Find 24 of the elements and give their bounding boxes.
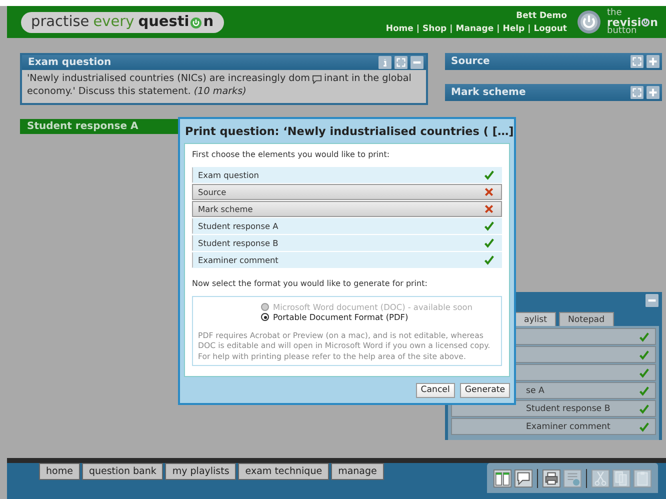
brand-text: button bbox=[607, 26, 637, 36]
question-text: inant in the global bbox=[324, 73, 412, 86]
row-label: Examiner comment bbox=[526, 422, 610, 432]
panel-title: Mark scheme bbox=[451, 87, 526, 98]
logo-text: n bbox=[203, 14, 214, 30]
logo-text: questi bbox=[138, 14, 190, 30]
nav-separator: | bbox=[528, 24, 531, 34]
brand-text: revisi bbox=[607, 18, 642, 26]
panel-title: Source bbox=[451, 56, 490, 67]
nav-separator: | bbox=[496, 24, 500, 34]
row-label: Student response B bbox=[526, 404, 610, 414]
question-text: economy.' Discuss this statement. (10 marks) bbox=[27, 86, 246, 98]
brand-text: the bbox=[607, 8, 623, 18]
panel-title: Exam question bbox=[28, 57, 112, 68]
dialog-text: Now select the format you would like to generate for print: bbox=[192, 279, 428, 288]
question-text: 'Newly industrialised countries (NICs) are increasingly dom bbox=[27, 73, 310, 86]
nav-separator: | bbox=[416, 24, 420, 34]
row-label: se A bbox=[526, 386, 544, 396]
nav-separator: | bbox=[450, 24, 453, 34]
logo-text: practise bbox=[31, 14, 90, 30]
brand-text: n bbox=[650, 18, 658, 26]
logo-text: every bbox=[93, 14, 134, 30]
user-name: Bett Demo bbox=[516, 10, 567, 20]
dialog-text: First choose the elements you would like to print: bbox=[192, 150, 391, 159]
